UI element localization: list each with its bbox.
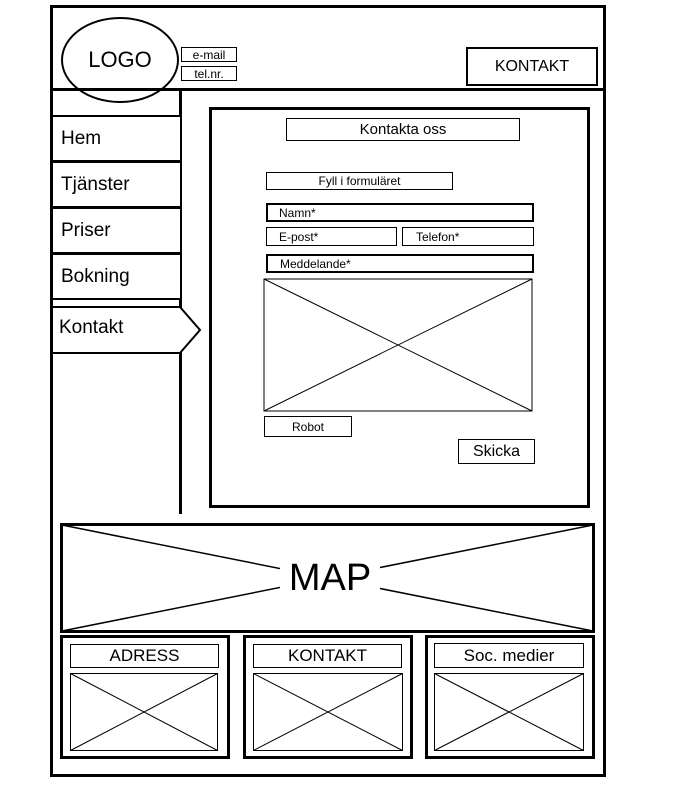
nav-item-label: Tjänster [61, 173, 130, 195]
footer-contact-title: KONTAKT [253, 644, 402, 668]
message-textarea[interactable] [263, 278, 533, 412]
footer-address-image [70, 673, 218, 751]
nav-item-kontakt[interactable]: Kontakt [52, 307, 172, 349]
nav-item-label: Kontakt [59, 317, 124, 338]
form-subtitle: Fyll i formuläret [266, 172, 453, 190]
robot-check[interactable]: Robot [264, 416, 352, 437]
map-label: MAP [288, 556, 372, 599]
nav-item-label: Priser [61, 219, 111, 241]
email-placeholder: E-post* [279, 229, 319, 244]
phone-link[interactable]: tel.nr. [181, 66, 237, 81]
name-field[interactable]: Namn* [266, 203, 534, 222]
phone-placeholder: Telefon* [416, 229, 460, 244]
footer-social-title: Soc. medier [434, 643, 584, 668]
footer-contact-image [253, 673, 403, 751]
header-contact-button[interactable]: KONTAKT [466, 47, 598, 86]
message-label: Meddelande* [266, 254, 534, 273]
phone-field[interactable]: Telefon* [402, 227, 534, 246]
nav-item-hem[interactable]: Hem [51, 115, 182, 162]
submit-button[interactable]: Skicka [458, 439, 535, 464]
name-placeholder: Namn* [279, 205, 316, 220]
message-label-text: Meddelande* [280, 256, 351, 271]
nav-item-tjanster[interactable]: Tjänster [51, 161, 182, 208]
nav-item-label: Hem [61, 127, 102, 149]
footer-social-image [434, 673, 584, 751]
email-field[interactable]: E-post* [266, 227, 397, 246]
nav-item-bokning[interactable]: Bokning [51, 253, 182, 300]
nav-item-priser[interactable]: Priser [51, 207, 182, 254]
footer-address-title: ADRESS [70, 644, 219, 668]
email-link[interactable]: e-mail [181, 47, 237, 62]
form-title: Kontakta oss [286, 118, 520, 141]
nav-item-label: Bokning [61, 265, 130, 287]
